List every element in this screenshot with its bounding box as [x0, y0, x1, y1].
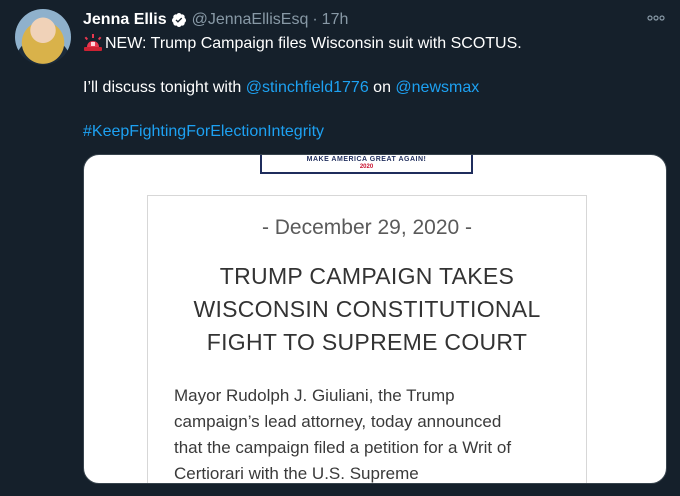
tweet-text-line-1: NEW: Trump Campaign files Wisconsin suit… — [83, 33, 522, 55]
logo-year: 2020 — [359, 164, 374, 170]
author-handle[interactable]: @JennaEllisEsq — [192, 11, 309, 29]
headline-line-1: TRUMP CAMPAIGN TAKES — [219, 263, 515, 289]
tweet-line-2-mid: on — [368, 79, 396, 96]
release-body: Mayor Rudolph J. Giuliani, the Trump cam… — [174, 383, 568, 483]
campaign-logo: MAKE AMERICA GREAT AGAIN! 2020 — [260, 155, 473, 174]
more-options-icon[interactable] — [644, 8, 668, 28]
press-release-document: - December 29, 2020 - TRUMP CAMPAIGN TAK… — [147, 195, 587, 483]
logo-text: MAKE AMERICA GREAT AGAIN! — [306, 156, 427, 163]
tweet-header: Jenna Ellis @JennaEllisEsq · 17h — [83, 9, 660, 31]
siren-emoji-icon — [83, 33, 103, 51]
headline-line-3: FIGHT TO SUPREME COURT — [206, 329, 528, 355]
author-name[interactable]: Jenna Ellis — [83, 11, 167, 29]
tweet-line-2-prefix: I’ll discuss tonight with — [83, 79, 246, 96]
release-headline: TRUMP CAMPAIGN TAKES WISCONSIN CONSTITUT… — [148, 260, 586, 359]
release-date: - December 29, 2020 - — [261, 216, 473, 239]
timestamp[interactable]: 17h — [322, 11, 349, 29]
mention-newsmax[interactable]: @newsmax — [395, 79, 479, 96]
tweet-line-1-text: NEW: Trump Campaign files Wisconsin suit… — [105, 35, 522, 52]
body-line-4: Certiorari with the U.S. Supreme — [174, 464, 419, 483]
avatar[interactable] — [15, 9, 71, 65]
hashtag-link[interactable]: #KeepFightingForElectionIntegrity — [83, 123, 324, 140]
body-line-3: that the campaign filed a petition for a… — [174, 438, 512, 457]
body-line-2: campaign’s lead attorney, today announce… — [174, 412, 502, 431]
separator-dot: · — [312, 11, 318, 28]
media-card[interactable]: MAKE AMERICA GREAT AGAIN! 2020 - Decembe… — [83, 154, 667, 484]
body-line-1: Mayor Rudolph J. Giuliani, the Trump — [174, 386, 455, 405]
tweet-text-line-3: #KeepFightingForElectionIntegrity — [83, 121, 324, 143]
headline-line-2: WISCONSIN CONSTITUTIONAL — [193, 296, 541, 322]
tweet-text-line-2: I’ll discuss tonight with @stinchfield17… — [83, 77, 479, 99]
verified-badge-icon — [171, 12, 187, 28]
mention-stinchfield[interactable]: @stinchfield1776 — [246, 79, 369, 96]
